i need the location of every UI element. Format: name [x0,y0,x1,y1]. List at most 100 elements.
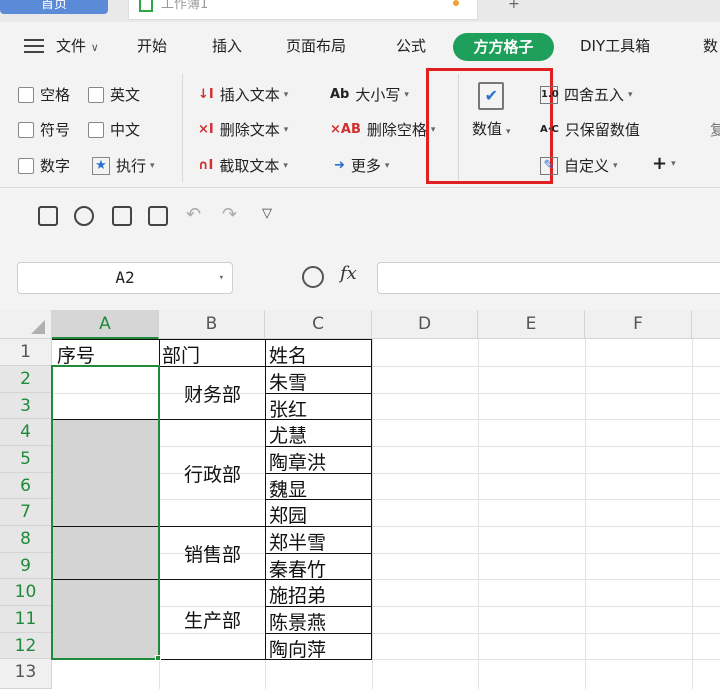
redo-icon[interactable]: ↷ [222,204,237,225]
row-header[interactable]: 2 [0,366,52,393]
check-symbol[interactable]: 符号 [18,119,70,140]
name-cell[interactable]: 施招弟 [269,581,326,608]
check-english[interactable]: 英文 [88,84,140,105]
new-tab-icon[interactable]: + [508,0,520,11]
tab-document[interactable]: 工作簿1 [128,0,478,20]
checkbox[interactable] [18,86,34,103]
print-icon[interactable] [112,206,132,226]
checkbox[interactable] [18,121,34,138]
row-header[interactable]: 3 [0,393,52,419]
name-cell[interactable]: 郑半雪 [269,528,326,555]
name-box[interactable]: A2 ▾ [17,262,233,294]
column-header[interactable] [692,310,720,339]
spreadsheet-grid[interactable]: A B C D E F 1 2 3 4 5 6 7 8 9 10 11 12 1… [0,310,720,689]
share-icon[interactable] [74,206,94,226]
delete-space-label: 删除空格 [366,121,427,139]
execute-label: 执行 [116,157,147,175]
more-button[interactable]: ➜ 更多 ▾ [334,155,389,176]
menu-formula[interactable]: 公式 [396,35,426,56]
fill-handle[interactable] [155,655,161,661]
cell-c1[interactable]: 姓名 [269,341,307,368]
row-header[interactable]: 11 [0,606,52,633]
name-cell[interactable]: 秦春竹 [269,555,326,582]
row-header[interactable]: 9 [0,553,52,579]
formula-input[interactable] [377,262,720,294]
select-all-corner[interactable] [0,310,52,339]
delete-text-button[interactable]: ×I 删除文本 ▾ [198,119,288,140]
cut-text-button[interactable]: ∩I 截取文本 ▾ [198,155,288,176]
name-cell[interactable]: 陶章洪 [269,448,326,475]
function-icon[interactable]: fx [340,263,357,284]
cell-ref: A2 [115,268,135,287]
row-header[interactable]: 7 [0,499,52,526]
column-header[interactable]: C [265,310,372,339]
round-button[interactable]: 1.0 四舍五入 ▾ [540,84,633,105]
print-preview-icon[interactable] [148,206,168,226]
row-header[interactable]: 13 [0,659,52,689]
department-cell[interactable]: 财务部 [160,367,265,419]
gridline [692,339,693,689]
delete-space-button[interactable]: ×AB 删除空格 ▾ [330,119,435,140]
checkbox[interactable] [88,121,104,138]
menu-page-layout[interactable]: 页面布局 [286,35,346,56]
gridline [585,339,586,689]
name-cell[interactable]: 张红 [269,395,307,422]
check-label: 空格 [40,86,71,104]
case-label: 大小写 [355,86,401,104]
check-number[interactable]: 数字 [18,155,70,176]
row-header[interactable]: 1 [0,339,52,366]
insert-text-button[interactable]: ↓I 插入文本 ▾ [198,84,288,105]
check-chinese[interactable]: 中文 [88,119,140,140]
department-cell[interactable]: 行政部 [160,420,265,526]
column-header[interactable]: B [159,310,265,339]
row-header[interactable]: 8 [0,526,52,553]
custom-icon: ✎ [540,156,558,175]
row-header[interactable]: 5 [0,446,52,473]
round-icon: 1.0 [540,85,559,104]
add-button[interactable]: + ▾ [652,153,676,174]
cell-b1[interactable]: 部门 [162,341,200,368]
menu-insert[interactable]: 插入 [212,35,242,56]
zoom-icon[interactable] [302,266,324,288]
name-cell[interactable]: 尤慧 [269,421,307,448]
column-header[interactable]: D [372,310,478,339]
name-cell[interactable]: 陈景燕 [269,608,326,635]
case-button[interactable]: Ab 大小写 ▾ [330,84,409,105]
keep-numeric-button[interactable]: A·C 只保留数值 [540,119,640,140]
execute-button[interactable]: ★ 执行 ▾ [92,155,155,176]
menu-fangfang[interactable]: 方方格子 [453,33,554,61]
hamburger-icon[interactable] [24,39,44,53]
name-cell[interactable]: 郑园 [269,501,307,528]
column-header[interactable]: A [52,310,159,339]
name-cell[interactable]: 朱雪 [269,368,307,395]
row-header[interactable]: 6 [0,473,52,499]
row-header[interactable]: 4 [0,419,52,446]
menu-diy[interactable]: DIY工具箱 [580,35,650,56]
check-space[interactable]: 空格 [18,84,70,105]
menu-more[interactable]: 数 [703,35,718,56]
partial-button[interactable]: 复 [710,119,720,140]
tab-home[interactable]: 首页 [0,0,108,14]
name-cell[interactable]: 魏显 [269,475,307,502]
department-cell[interactable]: 生产部 [160,580,265,659]
chevron-down-icon: ▾ [218,273,224,283]
cut-text-icon: ∩I [198,158,214,173]
row-header[interactable]: 12 [0,633,52,659]
name-cell[interactable]: 陶向萍 [269,635,326,662]
checkbox[interactable] [88,86,104,103]
column-header[interactable]: E [478,310,585,339]
custom-button[interactable]: ✎ 自定义 ▾ [540,155,618,176]
column-header[interactable]: F [585,310,692,339]
row-header[interactable]: 10 [0,579,52,606]
delete-text-icon: ×I [198,122,214,137]
divider [182,74,183,182]
check-label: 中文 [110,121,141,139]
undo-icon[interactable]: ↶ [186,204,201,225]
save-icon[interactable] [38,206,58,226]
checkbox[interactable] [18,157,34,174]
department-cell[interactable]: 销售部 [160,527,265,579]
toolbar-dropdown-icon[interactable]: ▽ [262,206,272,221]
cell-a1[interactable]: 序号 [57,341,95,368]
menu-file[interactable]: 文件 ∨ [56,35,99,56]
menu-start[interactable]: 开始 [137,35,167,56]
